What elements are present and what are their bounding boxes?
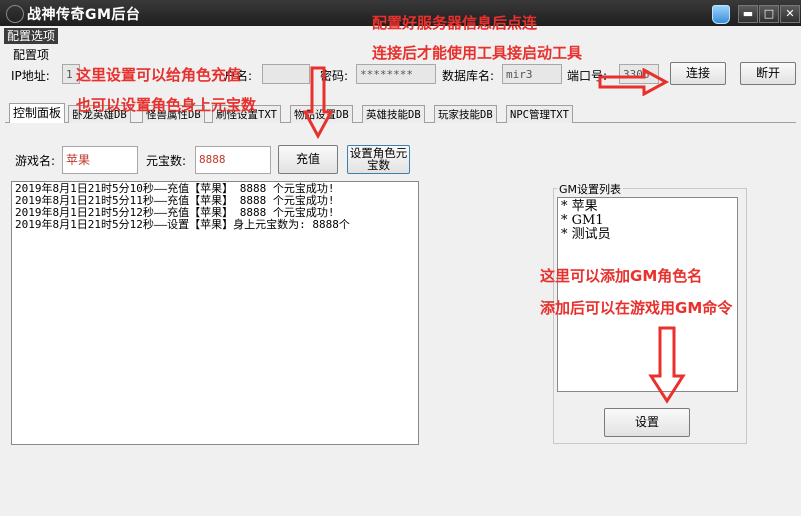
recharge-button[interactable]: 充值 xyxy=(278,145,338,174)
connect-button[interactable]: 连接 xyxy=(670,62,726,85)
annotation-recharge-hint-2: 也可以设置角色身上元宝数 xyxy=(76,96,257,114)
annotation-connect-hint-2: 连接后才能使用工具接启动工具 xyxy=(372,44,583,62)
game-name-input[interactable]: 苹果 xyxy=(62,146,138,174)
password-input[interactable]: ******** xyxy=(356,64,436,84)
tab-npc-manage-txt[interactable]: NPC管理TXT xyxy=(506,105,573,123)
disconnect-button[interactable]: 断开 xyxy=(740,62,796,85)
annotation-connect-hint-1: 配置好服务器信息后点连 xyxy=(372,14,538,32)
maximize-icon[interactable]: □ xyxy=(759,5,779,23)
annotation-recharge-hint-1: 这里设置可以给角色充值 xyxy=(76,66,242,84)
database-label: 数据库名: xyxy=(442,69,495,83)
database-input[interactable]: mir3 xyxy=(502,64,562,84)
tab-hero-skill-db[interactable]: 英雄技能DB xyxy=(362,105,425,123)
annotation-gm-hint-2: 添加后可以在游戏用GM命令 xyxy=(540,299,733,317)
set-role-ingot-line2: 宝数 xyxy=(367,158,390,172)
minimize-icon[interactable]: ▬ xyxy=(738,5,758,23)
arrow-down-icon xyxy=(648,326,686,404)
window-title: 战神传奇GM后台 xyxy=(27,7,141,23)
log-line: 2019年8月1日21时5分12秒——设置【苹果】身上元宝数为: 8888个 xyxy=(15,218,350,231)
ingot-input[interactable]: 8888 xyxy=(195,146,271,174)
skin-shield-icon[interactable] xyxy=(712,5,730,24)
close-icon[interactable]: ✕ xyxy=(780,5,800,23)
list-item[interactable]: * 苹果 xyxy=(561,200,734,214)
ip-label: IP地址: xyxy=(11,69,50,83)
set-role-ingot-button[interactable]: 设置角色元 宝数 xyxy=(347,145,410,174)
menu-config-options[interactable]: 配置选项 xyxy=(4,28,59,44)
arrow-right-icon xyxy=(598,68,670,96)
tab-player-skill-db[interactable]: 玩家技能DB xyxy=(434,105,497,123)
app-logo-icon xyxy=(6,5,24,23)
tab-control-panel[interactable]: 控制面板 xyxy=(9,103,66,123)
config-group-label: 配置项 xyxy=(13,48,50,62)
list-item[interactable]: * GM1 xyxy=(561,214,734,228)
arrow-down-icon xyxy=(303,66,333,140)
log-textarea[interactable]: 2019年8月1日21时5分10秒——充值【苹果】 8888 个元宝成功! 20… xyxy=(11,181,419,445)
list-item[interactable]: * 测试员 xyxy=(561,228,734,242)
ingot-label: 元宝数: xyxy=(146,154,187,168)
gm-set-button[interactable]: 设置 xyxy=(604,408,690,437)
gm-group-title: GM设置列表 xyxy=(557,181,624,197)
game-name-label: 游戏名: xyxy=(15,154,56,168)
annotation-gm-hint-1: 这里可以添加GM角色名 xyxy=(540,267,703,285)
